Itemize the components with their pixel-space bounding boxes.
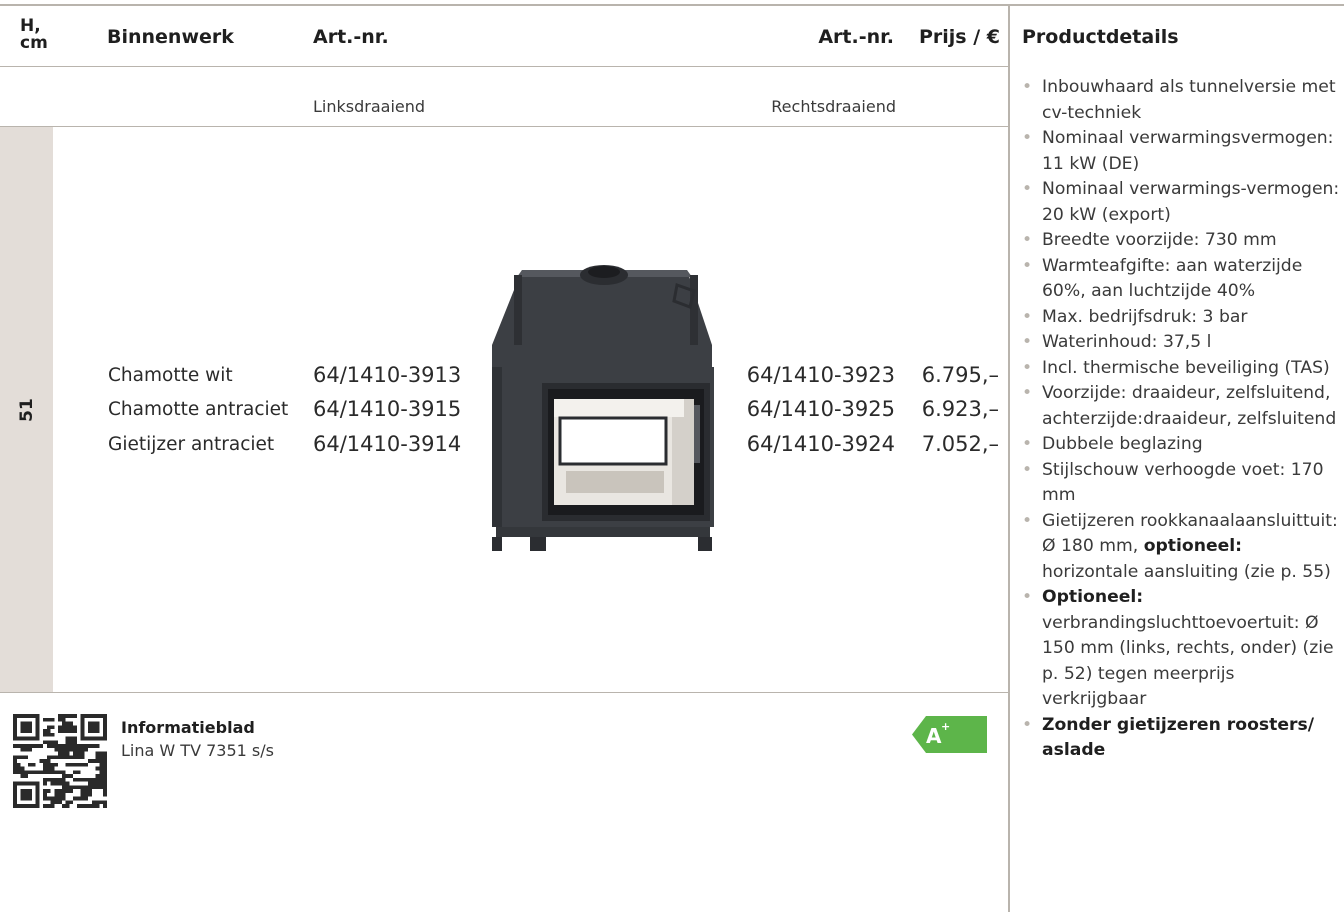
row3-price: 7.052,– (921, 432, 999, 456)
height-value-cell: 51 (0, 127, 53, 692)
binnenwerk-header: Binnenwerk (107, 26, 234, 48)
row1-price: 6.795,– (921, 363, 999, 387)
row2-binnenwerk: Chamotte antraciet (108, 399, 289, 420)
row2-art-left: 64/1410-3915 (313, 397, 462, 421)
detail-item: Optioneel: verbrandingsluchttoevoertuit:… (1022, 585, 1340, 713)
row3-art-left: 64/1410-3914 (313, 432, 462, 456)
detail-item: Zonder gietijzeren roosters/ aslade (1022, 713, 1340, 764)
height-header: H, cm (20, 18, 48, 52)
column-separator (1008, 4, 1010, 912)
table-bottom-rule (0, 692, 1008, 693)
detail-item: Waterinhoud: 37,5 l (1022, 330, 1340, 356)
detail-item: Stijlschouw verhoogde voet: 170 mm (1022, 458, 1340, 509)
informatieblad-title[interactable]: Informatieblad (121, 718, 255, 737)
fireplace-stove-image (492, 265, 714, 551)
row1-art-right: 64/1410-3923 (746, 363, 895, 387)
detail-item: Max. bedrijfsdruk: 3 bar (1022, 305, 1340, 331)
energy-label-badge: A + (912, 716, 987, 753)
detail-item: Nominaal verwarmings-vermogen: 20 kW (ex… (1022, 177, 1340, 228)
detail-item: Warmteafgifte: aan waterzijde 60%, aan l… (1022, 254, 1340, 305)
informatieblad-subtitle: Lina W TV 7351 s/s (121, 741, 274, 760)
detail-item: Nominaal verwarmingsvermogen: 11 kW (DE) (1022, 126, 1340, 177)
linksdraaiend-label: Linksdraaiend (313, 97, 426, 116)
rechtsdraaiend-label: Rechtsdraaiend (771, 97, 896, 116)
row1-art-left: 64/1410-3913 (313, 363, 462, 387)
detail-item: Gietijzeren rookkanaalaansluittuit: Ø 18… (1022, 509, 1340, 586)
productdetails-header: Productdetails (1022, 26, 1179, 48)
energy-label-plus: + (941, 720, 950, 733)
detail-item: Dubbele beglazing (1022, 432, 1340, 458)
height-value: 51 (16, 397, 37, 422)
subheader-rule (0, 126, 1008, 127)
detail-item: Breedte voorzijde: 730 mm (1022, 228, 1340, 254)
detail-item: Voorzijde: draaideur, zelfsluitend, acht… (1022, 381, 1340, 432)
price-header: Prijs / € (918, 26, 1000, 48)
row2-art-right: 64/1410-3925 (746, 397, 895, 421)
detail-item: Inbouwhaard als tunnelversie met cv-tech… (1022, 75, 1340, 126)
row1-binnenwerk: Chamotte wit (108, 365, 233, 386)
row2-price: 6.923,– (921, 397, 999, 421)
height-header-line2: cm (20, 33, 48, 53)
energy-label-text: A (926, 724, 942, 748)
row3-art-right: 64/1410-3924 (746, 432, 895, 456)
artnr-left-header: Art.-nr. (313, 26, 389, 48)
detail-item: Incl. thermische beveiliging (TAS) (1022, 356, 1340, 382)
header-rule (0, 66, 1008, 67)
row3-binnenwerk: Gietijzer antraciet (108, 434, 275, 455)
top-rule (0, 4, 1344, 6)
artnr-right-header: Art.-nr. (818, 26, 894, 48)
product-details-list: Inbouwhaard als tunnelversie met cv-tech… (1022, 75, 1340, 764)
qr-code-icon[interactable] (13, 714, 107, 808)
